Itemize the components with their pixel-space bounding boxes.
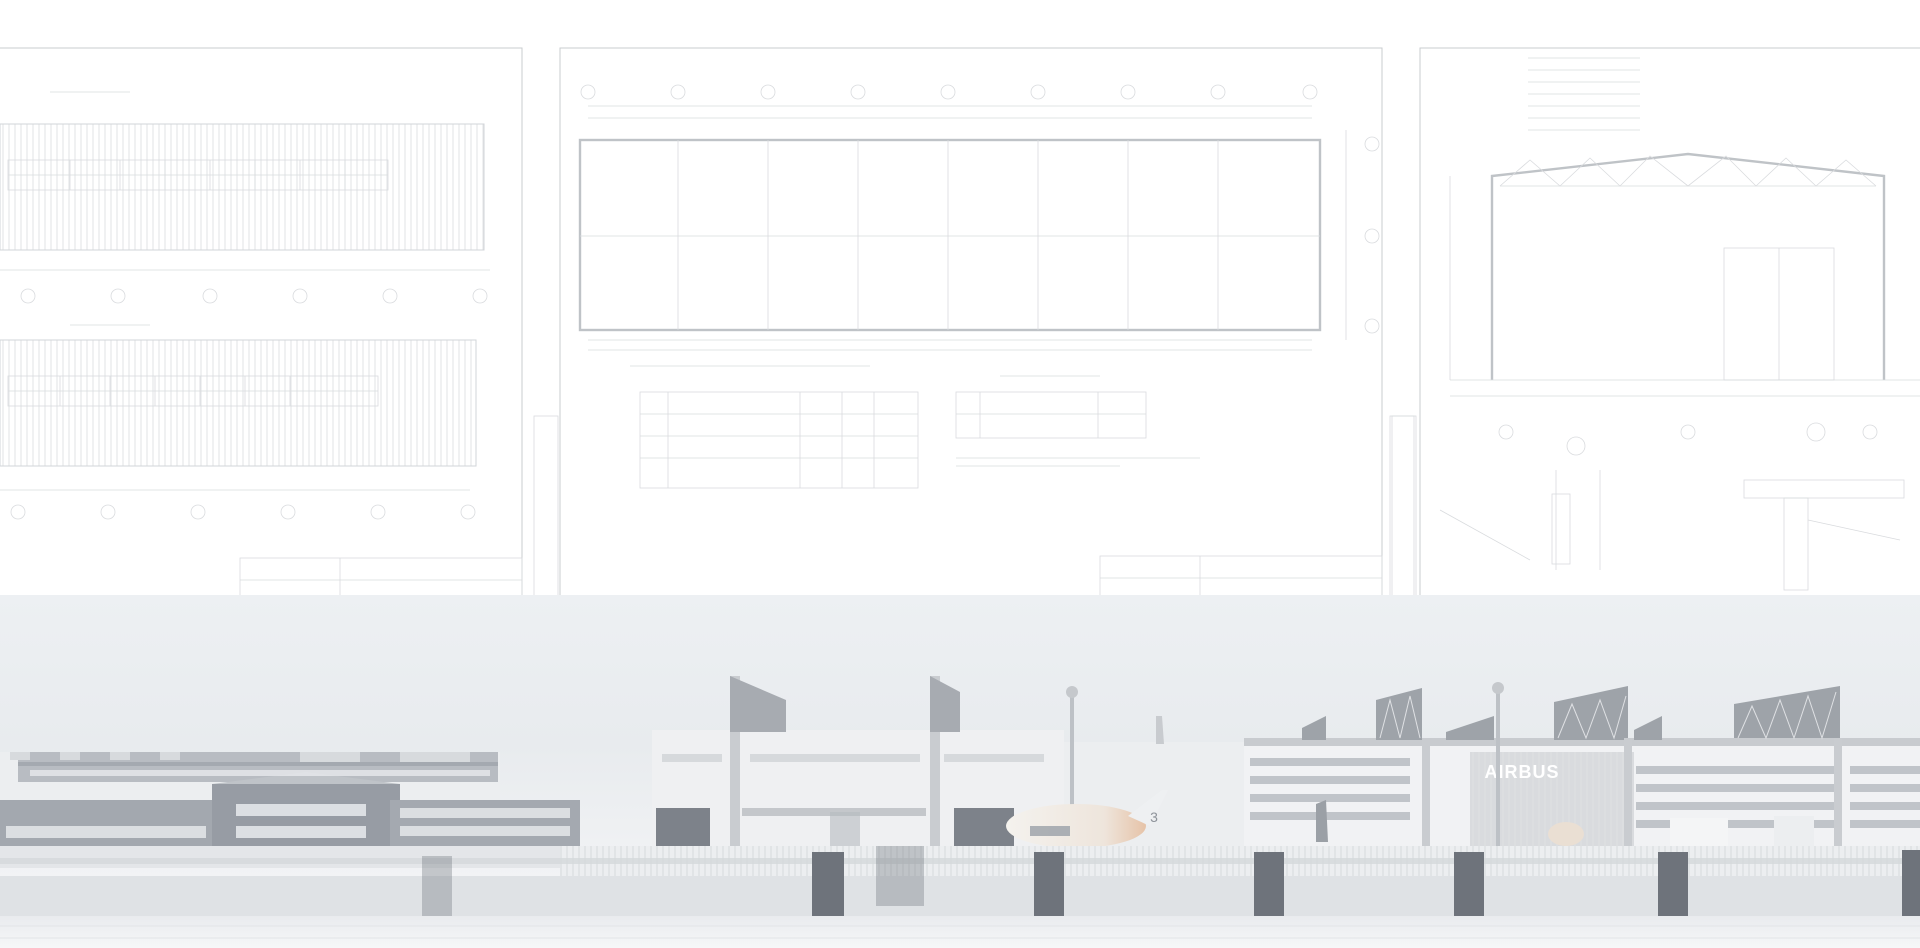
quay-wall — [0, 846, 1920, 948]
airbus-logo: AIRBUS — [1484, 762, 1559, 782]
hero-illustration: AIRBUS 3 — [0, 47, 1920, 948]
brick-buildings — [0, 752, 580, 857]
plane-marking: 3 — [1150, 809, 1158, 825]
hero-background: AIRBUS 3 — [0, 0, 1920, 948]
blueprint-sheets — [0, 47, 1920, 609]
